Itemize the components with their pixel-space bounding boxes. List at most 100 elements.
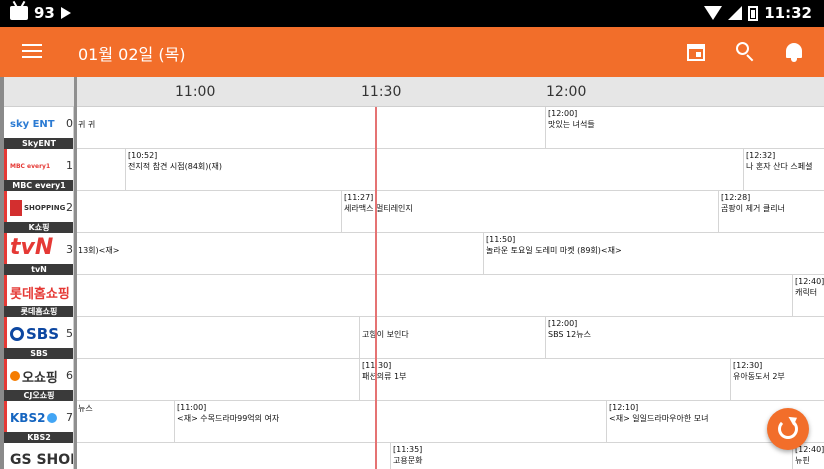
channel-accent <box>4 401 7 432</box>
program-title: 놀라운 토요일 도레미 마켓 (89회)<재> <box>486 246 622 255</box>
channel-cell[interactable]: GS SHOP <box>4 443 74 469</box>
program-grid: 귀 귀 [12:00] 맛있는 녀석들 sky ENT 0 SkyENT [10… <box>0 107 824 469</box>
program-time: [11:50] <box>486 235 516 244</box>
channel-cell[interactable]: 롯데홈쇼핑 롯데홈쇼핑 <box>4 275 74 317</box>
play-icon <box>60 7 71 19</box>
program-title: 캐릭터 <box>795 288 818 297</box>
program-title: 맛있는 녀석들 <box>548 120 595 129</box>
program-title: 유아동도서 2부 <box>733 372 785 381</box>
program-cell[interactable]: [11:50] 놀라운 토요일 도레미 마켓 (89회)<재> <box>483 233 824 275</box>
program-title: 13회)<재> <box>78 246 120 255</box>
program-cell[interactable]: [10:52] 전지적 참견 시점(84회)(재) <box>125 149 743 191</box>
program-title: SBS 12뉴스 <box>548 330 591 339</box>
date-title[interactable]: 01월 02일 (목) <box>78 41 186 65</box>
program-cell[interactable]: 13회)<재> <box>75 233 483 275</box>
program-time: [12:30] <box>733 361 763 370</box>
channel-logo-text: KBS2 <box>10 411 46 425</box>
program-title: 나 혼자 산다 스페셜 <box>746 162 813 171</box>
program-cell[interactable]: [12:30] 유아동도서 2부 <box>730 359 824 401</box>
channel-cell[interactable]: 오쇼핑 6 CJ오쇼핑 <box>4 359 74 401</box>
program-cell[interactable] <box>75 275 792 317</box>
current-time-line <box>375 107 377 469</box>
channel-column-separator <box>74 77 77 469</box>
program-time: [12:32] <box>746 151 776 160</box>
channel-name: KBS2 <box>4 432 73 443</box>
channel-cell[interactable]: KBS2 7 KBS2 <box>4 401 74 443</box>
program-time: [11:35] <box>393 445 423 454</box>
program-cell[interactable] <box>75 149 125 191</box>
channel-row: [10:52] 전지적 참견 시점(84회)(재) [12:32] 나 혼자 산… <box>0 149 824 191</box>
program-cell[interactable] <box>75 359 359 401</box>
channel-name: CJ오쇼핑 <box>4 390 73 401</box>
bell-icon[interactable] <box>781 39 807 65</box>
program-title: <재> 수목드라마99억의 여자 <box>177 414 280 423</box>
time-ruler: 11:00 11:30 12:00 <box>0 77 824 107</box>
program-cell[interactable]: [12:40] 캐릭터 <box>792 275 824 317</box>
program-cell[interactable] <box>75 317 359 359</box>
channel-logo-text: 오쇼핑 <box>22 370 58 386</box>
channel-cell[interactable]: tvN 3 tvN <box>4 233 74 275</box>
channel-row: 13회)<재> [11:50] 놀라운 토요일 도레미 마켓 (89회)<재> … <box>0 233 824 275</box>
program-cell[interactable]: 고향이 보인다 <box>359 317 545 359</box>
channel-logo: SBS <box>10 323 59 345</box>
program-cell[interactable]: [11:27] 세라맥스 멀티레인지 <box>341 191 718 233</box>
program-cell[interactable]: [11:30] 패션의류 1부 <box>359 359 730 401</box>
time-label-1200: 12:00 <box>546 84 587 100</box>
program-cell[interactable]: [11:35] 고용문화 <box>390 443 792 469</box>
program-cell[interactable]: [12:32] 나 혼자 산다 스페셜 <box>743 149 824 191</box>
channel-name: MBC every1 <box>4 180 73 191</box>
channel-number: 0 <box>66 117 73 130</box>
search-icon[interactable] <box>732 39 758 65</box>
channel-logo: 오쇼핑 <box>10 365 58 387</box>
time-label-1100: 11:00 <box>175 84 216 100</box>
program-title: 귀 귀 <box>78 120 96 129</box>
program-title: 패션의류 1부 <box>362 372 407 381</box>
program-time: [10:52] <box>128 151 158 160</box>
channel-cell[interactable]: MBC every1 1 MBC every1 <box>4 149 74 191</box>
channel-logo-text: SBS <box>26 325 60 343</box>
channel-number: 2 <box>66 201 73 214</box>
status-clock: 11:32 <box>764 4 812 22</box>
channel-number: 3 <box>66 243 73 256</box>
menu-icon[interactable] <box>22 44 42 59</box>
calendar-icon[interactable] <box>683 39 709 65</box>
battery-icon <box>748 5 759 21</box>
cj-logo-mark <box>10 371 20 381</box>
program-cell[interactable]: [11:00] <재> 수목드라마99억의 여자 <box>174 401 606 443</box>
program-title: 고용문화 <box>393 456 423 465</box>
tv-icon <box>10 6 28 20</box>
program-cell[interactable]: 뉴스 <box>75 401 174 443</box>
channel-logo: sky ENT <box>10 118 55 130</box>
channel-accent <box>4 275 7 306</box>
program-cell[interactable]: 귀 귀 <box>75 107 545 149</box>
channel-cell[interactable]: SHOPPING 2 K쇼핑 <box>4 191 74 233</box>
status-right: 11:32 <box>704 4 812 22</box>
channel-cell[interactable]: sky ENT 0 SkyENT <box>4 107 74 149</box>
channel-logo-text: SHOPPING <box>24 204 66 212</box>
channel-number: 6 <box>66 369 73 382</box>
app-toolbar: 01월 02일 (목) <box>0 27 824 77</box>
program-cell[interactable] <box>75 191 341 233</box>
program-time: [12:00] <box>548 319 578 328</box>
program-time: [11:00] <box>177 403 207 412</box>
program-title: 고향이 보인다 <box>362 330 409 339</box>
program-time: [12:40] <box>795 277 824 286</box>
program-cell[interactable]: [12:28] 곰팡이 제거 클리너 <box>718 191 824 233</box>
channel-row: [12:40] 캐릭터 롯데홈쇼핑 롯데홈쇼핑 <box>0 275 824 317</box>
channel-name: SBS <box>4 348 73 359</box>
channel-logo: SHOPPING <box>10 197 65 219</box>
battery-level-text: 93 <box>34 4 55 22</box>
channel-row: [11:30] 패션의류 1부 [12:30] 유아동도서 2부 오쇼핑 6 C… <box>0 359 824 401</box>
program-title: 뉴핀 <box>795 456 810 465</box>
refresh-button[interactable] <box>767 408 809 450</box>
channel-cell[interactable]: SBS 5 SBS <box>4 317 74 359</box>
program-cell[interactable]: [12:00] SBS 12뉴스 <box>545 317 824 359</box>
program-cell[interactable] <box>75 443 390 469</box>
program-time: [11:30] <box>362 361 728 371</box>
status-left: 93 <box>10 4 71 22</box>
kbs-logo-mark <box>47 413 58 423</box>
channel-number: 7 <box>66 411 73 424</box>
channel-row: 귀 귀 [12:00] 맛있는 녀석들 sky ENT 0 SkyENT <box>0 107 824 149</box>
program-cell[interactable]: [12:00] 맛있는 녀석들 <box>545 107 824 149</box>
time-label-1130: 11:30 <box>361 84 402 100</box>
